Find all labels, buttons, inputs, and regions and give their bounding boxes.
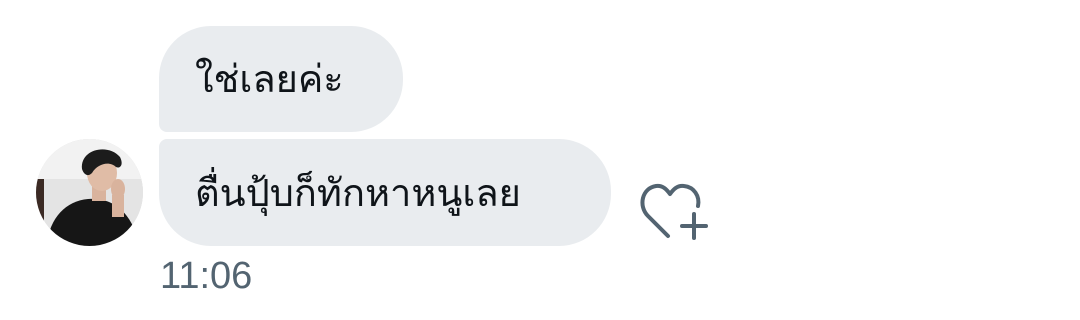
message-text: ตื่นปุ้บก็ทักหาหนูเลย: [195, 170, 521, 215]
message-text: ใช่เลยค่ะ: [195, 57, 344, 101]
heart-plus-icon[interactable]: [636, 178, 710, 244]
message-bubble[interactable]: ตื่นปุ้บก็ทักหาหนูเลย: [159, 139, 611, 246]
avatar-photo: [36, 139, 143, 246]
message-bubble[interactable]: ใช่เลยค่ะ: [159, 26, 403, 132]
message-timestamp: 11:06: [160, 255, 253, 297]
avatar[interactable]: [36, 139, 143, 246]
